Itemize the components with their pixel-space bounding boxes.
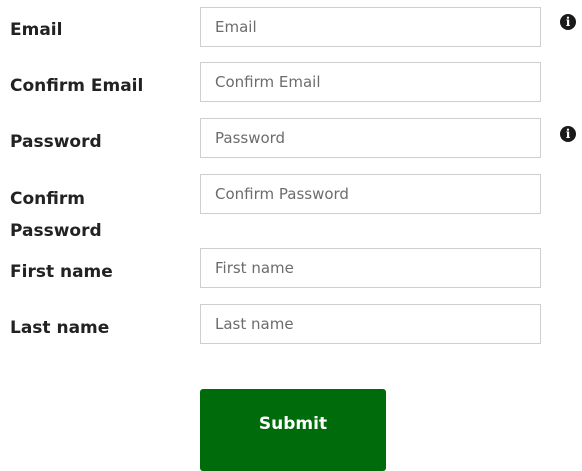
- confirm-email-label: Confirm Email: [10, 76, 144, 96]
- last-name-label: Last name: [10, 318, 110, 338]
- password-field[interactable]: [200, 118, 541, 158]
- confirm-email-field[interactable]: [200, 62, 541, 102]
- confirm-password-field[interactable]: [200, 174, 541, 214]
- confirm-password-label: Confirm Password: [10, 189, 102, 241]
- first-name-field[interactable]: [200, 248, 541, 288]
- last-name-field[interactable]: [200, 304, 541, 344]
- submit-button[interactable]: Submit: [200, 389, 386, 471]
- email-field[interactable]: [200, 7, 541, 47]
- password-label: Password: [10, 132, 102, 152]
- first-name-label: First name: [10, 262, 113, 282]
- signup-form: Email i Confirm Email Password i Confirm…: [0, 0, 582, 471]
- password-info-icon[interactable]: i: [560, 126, 576, 142]
- email-info-icon[interactable]: i: [560, 14, 576, 30]
- email-label: Email: [10, 20, 63, 40]
